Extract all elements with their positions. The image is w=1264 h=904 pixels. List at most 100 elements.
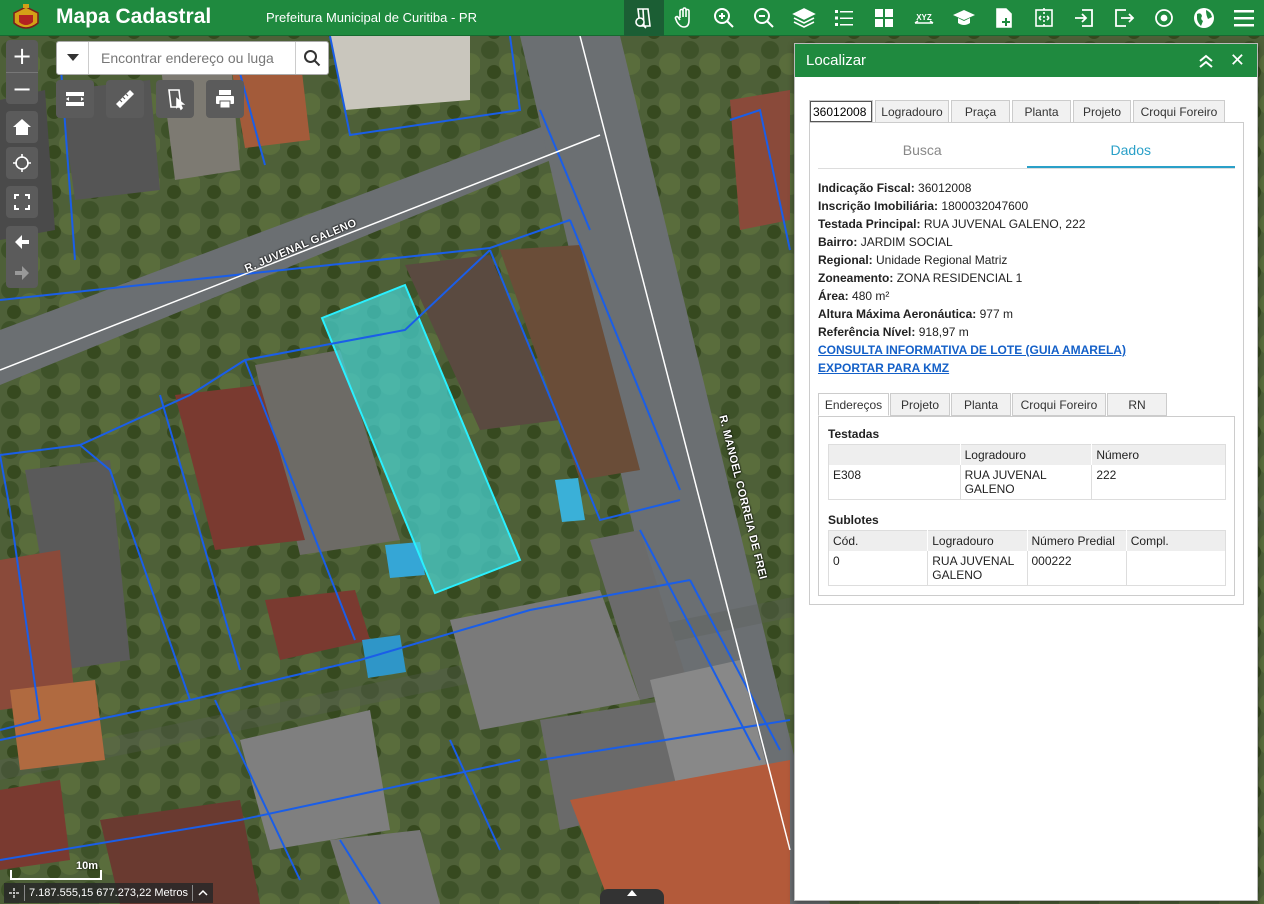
info-row-bairro: Bairro: JARDIM SOCIAL — [818, 235, 953, 249]
info-row-indicacao-fiscal: Indicação Fiscal: 36012008 — [818, 181, 972, 195]
next-extent-button[interactable] — [6, 257, 38, 288]
app-subtitle: Prefeitura Municipal de Curitiba - PR — [266, 10, 477, 25]
double-chevron-up-icon[interactable] — [1197, 52, 1215, 70]
fullscreen-icon — [14, 194, 30, 210]
subtab-busca[interactable]: Busca — [818, 131, 1027, 168]
tab-detail-projeto[interactable]: Projeto — [890, 393, 950, 416]
coordinate-readout: 7.187.555,15 677.273,22 Metros — [4, 883, 214, 903]
search-button[interactable] — [295, 42, 328, 74]
swipe-tool-button[interactable] — [56, 80, 94, 118]
swipe-icon — [66, 92, 84, 106]
sublotes-cell-compl — [1126, 550, 1226, 586]
education-icon[interactable] — [944, 0, 984, 36]
sublotes-header-logradouro: Logradouro — [927, 530, 1028, 551]
search-input[interactable] — [89, 42, 295, 74]
search-icon — [304, 50, 321, 67]
sublotes-table: Cód. Logradouro Número Predial Compl. 0 … — [828, 530, 1226, 586]
add-data-icon[interactable] — [984, 0, 1024, 36]
crosshair-icon — [13, 154, 31, 172]
close-icon[interactable]: ✕ — [1230, 50, 1245, 71]
ruler-icon — [116, 90, 134, 108]
xyz-icon[interactable]: XYZ — [904, 0, 944, 36]
info-row-inscricao: Inscrição Imobiliária: 1800032047600 — [818, 199, 1029, 213]
caret-down-icon — [66, 54, 79, 61]
home-button[interactable] — [6, 111, 38, 143]
measure-tool-button[interactable] — [106, 80, 144, 118]
extent-navigation — [6, 226, 38, 288]
city-coat-of-arms-logo — [13, 4, 39, 29]
panel-header: Localizar ✕ — [795, 44, 1257, 77]
sublotes-title: Sublotes — [828, 513, 879, 527]
info-row-zoneamento: Zoneamento: ZONA RESIDENCIAL 1 — [818, 271, 1023, 285]
import-icon[interactable] — [1064, 0, 1104, 36]
legend-icon[interactable] — [824, 0, 864, 36]
layers-icon[interactable] — [784, 0, 824, 36]
sublotes-cell-numero-predial: 000222 — [1027, 550, 1127, 586]
consulta-informativa-link[interactable]: CONSULTA INFORMATIVA DE LOTE (GUIA AMARE… — [818, 341, 1235, 359]
search-source-dropdown[interactable] — [57, 42, 89, 74]
compare-icon[interactable] — [1024, 0, 1064, 36]
subtabs: Busca Dados — [818, 131, 1235, 169]
previous-extent-button[interactable] — [6, 226, 38, 257]
detail-tabs: Endereços Projeto Planta Croqui Foreiro … — [818, 393, 1168, 416]
indicacao-fiscal-input[interactable] — [810, 101, 872, 122]
coordinate-text: 7.187.555,15 677.273,22 Metros — [29, 887, 189, 899]
identify-icon[interactable] — [624, 0, 664, 36]
app-title: Mapa Cadastral — [56, 5, 212, 28]
print-button[interactable] — [206, 80, 244, 118]
info-row-testada: Testada Principal: RUA JUVENAL GALENO, 2… — [818, 217, 1086, 231]
info-row-regional: Regional: Unidade Regional Matriz — [818, 253, 1008, 267]
locate-me-button[interactable] — [6, 147, 38, 179]
tab-planta[interactable]: Planta — [1012, 100, 1071, 123]
sublotes-cell-logradouro: RUA JUVENAL GALENO — [927, 550, 1028, 586]
testadas-table: Logradouro Número E308 RUA JUVENAL GALEN… — [828, 444, 1226, 500]
testadas-header-logradouro: Logradouro — [960, 444, 1093, 465]
exportar-kmz-link[interactable]: EXPORTAR PARA KMZ — [818, 359, 1235, 377]
zoom-in-icon[interactable] — [704, 0, 744, 36]
sublotes-header-numero-predial: Número Predial — [1027, 530, 1127, 551]
tab-detail-rn[interactable]: RN — [1107, 393, 1167, 416]
world-map-icon[interactable] — [1184, 0, 1224, 36]
tab-detail-planta[interactable]: Planta — [951, 393, 1011, 416]
identify-pointer-icon — [168, 89, 186, 111]
tab-praca[interactable]: Praça — [951, 100, 1010, 123]
caret-up-icon — [627, 890, 637, 896]
info-row-referencia-nivel: Referência Nível: 918,97 m — [818, 325, 969, 339]
attribute-table-toggle[interactable] — [600, 889, 664, 904]
info-row-area: Área: 480 m² — [818, 289, 890, 303]
sublotes-header-cod: Cód. — [828, 530, 929, 551]
table-row: 0 RUA JUVENAL GALENO 000222 — [828, 550, 1226, 586]
basemap-icon[interactable] — [864, 0, 904, 36]
arrow-left-icon — [15, 234, 29, 249]
tab-logradouro[interactable]: Logradouro — [875, 100, 949, 123]
testadas-header-blank — [828, 444, 961, 465]
coordinate-crosshair-icon[interactable] — [8, 887, 20, 899]
tab-enderecos[interactable]: Endereços — [818, 393, 889, 416]
fullscreen-button[interactable] — [6, 186, 38, 218]
zoom-out-icon[interactable] — [744, 0, 784, 36]
tab-indicacao-fiscal[interactable] — [809, 100, 873, 123]
subtab-dados[interactable]: Dados — [1026, 131, 1235, 168]
panel-title: Localizar — [806, 52, 867, 69]
sublotes-header-compl: Compl. — [1126, 530, 1226, 551]
zoom-in-button[interactable]: + — [6, 40, 38, 72]
zoom-out-button[interactable]: − — [6, 72, 38, 104]
testadas-title: Testadas — [828, 427, 880, 441]
testadas-cell-codigo: E308 — [828, 464, 961, 500]
enderecos-content: Testadas Logradouro Número E308 RUA JUVE… — [818, 416, 1235, 596]
identify-tool-button[interactable] — [156, 80, 194, 118]
export-icon[interactable] — [1104, 0, 1144, 36]
testadas-cell-logradouro: RUA JUVENAL GALENO — [960, 464, 1093, 500]
tab-projeto[interactable]: Projeto — [1073, 100, 1131, 123]
testadas-cell-numero: 222 — [1091, 464, 1226, 500]
pan-icon[interactable] — [664, 0, 704, 36]
top-bar: Mapa Cadastral Prefeitura Municipal de C… — [0, 0, 1264, 36]
search-bar — [56, 41, 329, 75]
menu-icon[interactable] — [1224, 0, 1264, 36]
chevron-up-icon[interactable] — [197, 887, 209, 899]
locate-icon[interactable] — [1144, 0, 1184, 36]
tab-croqui-foreiro[interactable]: Croqui Foreiro — [1133, 100, 1225, 123]
xyz-label: XYZ — [916, 13, 932, 22]
testadas-header-numero: Número — [1091, 444, 1226, 465]
tab-detail-croqui-foreiro[interactable]: Croqui Foreiro — [1012, 393, 1106, 416]
